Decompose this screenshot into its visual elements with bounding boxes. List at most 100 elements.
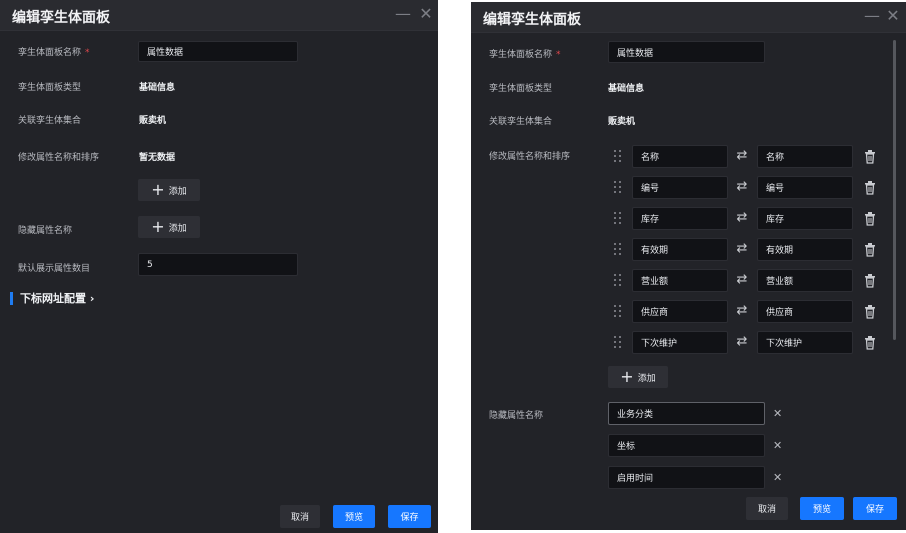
- empty-data-text: 暂无数据: [139, 153, 176, 163]
- swap-icon: ⇄: [736, 303, 748, 318]
- section-title: 下标网址配置: [20, 292, 86, 305]
- display-attr-name[interactable]: 供应商: [757, 300, 853, 323]
- trash-icon[interactable]: [864, 150, 876, 164]
- hidden-attr-input[interactable]: 启用时间: [608, 466, 765, 489]
- drag-handle-icon[interactable]: [614, 212, 622, 226]
- add-button-label: 添加: [168, 186, 187, 197]
- display-attr-name[interactable]: 营业额: [757, 269, 853, 292]
- minimize-icon[interactable]: —: [864, 6, 880, 26]
- trash-icon[interactable]: [864, 243, 876, 257]
- drag-handle-icon[interactable]: [614, 150, 622, 164]
- display-attr-name[interactable]: 下次维护: [757, 331, 853, 354]
- add-button-label: 添加: [168, 223, 187, 234]
- swap-icon: ⇄: [736, 241, 748, 256]
- drag-handle-icon[interactable]: [614, 243, 622, 257]
- panel-type-label: 孪生体面板类型: [489, 84, 553, 94]
- edit-panel-dialog: 编辑孪生体面板 — ✕ 孪生体面板名称 * 属性数据 孪生体面板类型 基础信息 关…: [0, 0, 438, 533]
- dialog-title: 编辑孪生体面板: [483, 12, 581, 28]
- x-icon[interactable]: ✕: [773, 472, 782, 484]
- edit-panel-dialog-expanded: 编辑孪生体面板 — ✕ 孪生体面板名称 * 属性数据 孪生体面板类型 基础信息 关…: [471, 2, 906, 530]
- mapping-row: 名称 ⇄ 名称: [471, 145, 906, 169]
- add-hidden-button[interactable]: + 添加: [138, 216, 200, 238]
- panel-type-value: 基础信息: [608, 84, 645, 94]
- trash-icon[interactable]: [864, 212, 876, 226]
- hidden-attr-row: 业务分类 ✕: [471, 402, 906, 426]
- hidden-attr-input[interactable]: 业务分类: [608, 402, 765, 425]
- drag-handle-icon[interactable]: [614, 181, 622, 195]
- hidden-attr-row: 启用时间 ✕: [471, 466, 906, 490]
- mapping-row: 下次维护 ⇄ 下次维护: [471, 331, 906, 355]
- save-button[interactable]: 保存: [853, 497, 897, 520]
- twin-set-value: 贩卖机: [608, 117, 636, 127]
- mapping-row: 有效期 ⇄ 有效期: [471, 238, 906, 262]
- dialog-titlebar: 编辑孪生体面板 — ✕: [471, 2, 906, 33]
- close-icon[interactable]: ✕: [418, 4, 434, 24]
- trash-icon[interactable]: [864, 336, 876, 350]
- original-attr-name: 名称: [632, 145, 728, 168]
- trash-icon[interactable]: [864, 274, 876, 288]
- trash-icon[interactable]: [864, 181, 876, 195]
- twin-set-label: 关联孪生体集合: [489, 117, 553, 127]
- mapping-row: 库存 ⇄ 库存: [471, 207, 906, 231]
- x-icon[interactable]: ✕: [773, 408, 782, 420]
- panel-name-label: 孪生体面板名称 *: [489, 47, 561, 60]
- dialog-title: 编辑孪生体面板: [12, 10, 110, 26]
- swap-icon: ⇄: [736, 179, 748, 194]
- display-attr-name[interactable]: 名称: [757, 145, 853, 168]
- mapping-row: 营业额 ⇄ 营业额: [471, 269, 906, 293]
- required-mark: *: [85, 48, 90, 58]
- swap-icon: ⇄: [736, 272, 748, 287]
- required-mark: *: [556, 50, 561, 60]
- display-attr-name[interactable]: 编号: [757, 176, 853, 199]
- drag-handle-icon[interactable]: [614, 274, 622, 288]
- default-count-label: 默认展示属性数目: [18, 264, 91, 274]
- drag-handle-icon[interactable]: [614, 305, 622, 319]
- preview-button[interactable]: 预览: [800, 497, 844, 520]
- display-attr-name[interactable]: 库存: [757, 207, 853, 230]
- panel-name-label-text: 孪生体面板名称: [489, 50, 553, 60]
- mapping-row: 编号 ⇄ 编号: [471, 176, 906, 200]
- add-button-label: 添加: [637, 373, 656, 384]
- dialog-titlebar: 编辑孪生体面板 — ✕: [0, 0, 438, 31]
- hidden-attr-input[interactable]: 坐标: [608, 434, 765, 457]
- chevron-right-icon: ›: [89, 292, 95, 305]
- panel-name-input[interactable]: 属性数据: [608, 41, 765, 63]
- panel-type-value: 基础信息: [139, 83, 176, 93]
- panel-name-input[interactable]: 属性数据: [138, 41, 298, 62]
- panel-type-label: 孪生体面板类型: [18, 83, 82, 93]
- twin-set-value: 贩卖机: [139, 116, 167, 126]
- rename-attrs-label: 修改属性名称和排序: [18, 153, 100, 163]
- x-icon[interactable]: ✕: [773, 440, 782, 452]
- trash-icon[interactable]: [864, 305, 876, 319]
- default-count-input[interactable]: 5: [138, 253, 298, 276]
- original-attr-name: 库存: [632, 207, 728, 230]
- original-attr-name: 下次维护: [632, 331, 728, 354]
- plus-icon: +: [151, 217, 165, 236]
- panel-name-label-text: 孪生体面板名称: [18, 48, 82, 58]
- save-button[interactable]: 保存: [388, 505, 431, 528]
- panel-name-label: 孪生体面板名称 *: [18, 45, 90, 58]
- close-icon[interactable]: ✕: [885, 6, 901, 26]
- twin-set-label: 关联孪生体集合: [18, 116, 82, 126]
- original-attr-name: 有效期: [632, 238, 728, 261]
- original-attr-name: 编号: [632, 176, 728, 199]
- swap-icon: ⇄: [736, 148, 748, 163]
- hidden-attrs-label: 隐藏属性名称: [18, 226, 73, 236]
- plus-icon: +: [151, 180, 165, 199]
- preview-button[interactable]: 预览: [333, 505, 375, 528]
- link-config-section[interactable]: 下标网址配置 ›: [10, 292, 94, 305]
- drag-handle-icon[interactable]: [614, 336, 622, 350]
- mapping-row: 供应商 ⇄ 供应商: [471, 300, 906, 324]
- cancel-button[interactable]: 取消: [746, 497, 788, 520]
- display-attr-name[interactable]: 有效期: [757, 238, 853, 261]
- swap-icon: ⇄: [736, 334, 748, 349]
- minimize-icon[interactable]: —: [395, 4, 411, 24]
- hidden-attr-row: 坐标 ✕: [471, 434, 906, 458]
- plus-icon: +: [620, 367, 634, 386]
- original-attr-name: 营业额: [632, 269, 728, 292]
- original-attr-name: 供应商: [632, 300, 728, 323]
- swap-icon: ⇄: [736, 210, 748, 225]
- cancel-button[interactable]: 取消: [280, 505, 320, 528]
- add-rename-button[interactable]: + 添加: [608, 366, 668, 388]
- add-rename-button[interactable]: + 添加: [138, 179, 200, 201]
